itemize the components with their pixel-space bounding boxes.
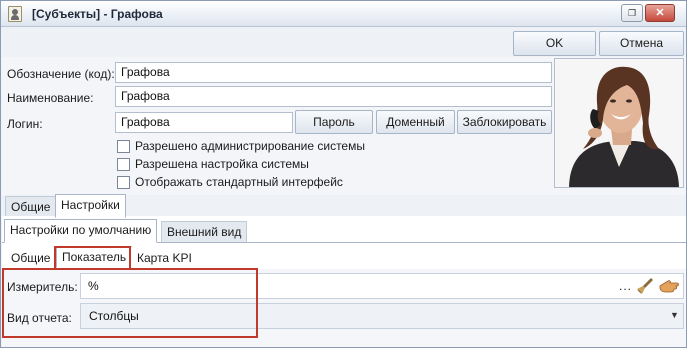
config-checkbox-label: Разрешена настройка системы [135, 157, 309, 171]
login-field[interactable]: Графова [115, 112, 293, 133]
close-icon: ✕ [655, 7, 665, 19]
browse-ellipsis[interactable]: ... [619, 279, 632, 293]
cancel-button[interactable]: Отмена [599, 31, 684, 56]
meter-field[interactable]: % [80, 273, 684, 299]
title-bar: [Субъекты] - Графова ❐ ✕ [1, 1, 686, 27]
admin-checkbox-label: Разрешено администрирование системы [135, 139, 365, 153]
standard-ui-checkbox-row[interactable]: Отображать стандартный интерфейс [117, 175, 397, 191]
code-label: Обозначение (код): [7, 67, 115, 81]
tab-indicator[interactable]: Показатель [56, 246, 133, 268]
admin-checkbox-row[interactable]: Разрешено администрирование системы [117, 139, 397, 155]
tab-general[interactable]: Общие [5, 196, 57, 218]
meter-label: Измеритель: [7, 280, 78, 294]
ok-button[interactable]: OK [513, 31, 596, 56]
name-label: Наименование: [7, 91, 94, 105]
password-button[interactable]: Пароль [295, 110, 373, 134]
subject-window: [Субъекты] - Графова ❐ ✕ OK Отмена Обозн… [0, 0, 687, 348]
meter-value: % [88, 279, 99, 293]
tab-defaults-general[interactable]: Общие [5, 247, 57, 269]
tab-settings[interactable]: Настройки [55, 194, 126, 218]
admin-checkbox[interactable] [117, 140, 130, 153]
standard-ui-checkbox[interactable] [117, 176, 130, 189]
restore-icon: ❐ [627, 8, 637, 18]
domain-button[interactable]: Доменный [376, 110, 455, 134]
standard-ui-checkbox-label: Отображать стандартный интерфейс [135, 175, 343, 189]
code-field[interactable]: Графова [115, 62, 552, 83]
block-button[interactable]: Заблокировать [457, 110, 552, 134]
chevron-down-icon[interactable]: ▼ [670, 310, 679, 320]
tab-kpi-map[interactable]: Карта KPI [131, 247, 198, 269]
report-type-select[interactable]: Столбцы [80, 303, 684, 329]
window-title: [Субъекты] - Графова [32, 7, 163, 21]
broom-icon[interactable] [636, 277, 656, 295]
close-button[interactable]: ✕ [645, 4, 675, 22]
user-photo[interactable] [554, 58, 684, 188]
config-checkbox-row[interactable]: Разрешена настройка системы [117, 157, 397, 173]
restore-button[interactable]: ❐ [621, 4, 643, 22]
login-label: Логин: [7, 117, 43, 131]
user-card-icon [8, 6, 22, 22]
config-checkbox[interactable] [117, 158, 130, 171]
portrait-image [555, 59, 683, 187]
tab-default-settings[interactable]: Настройки по умолчанию [4, 219, 158, 243]
tab-appearance[interactable]: Внешний вид [161, 221, 248, 243]
report-type-label: Вид отчета: [7, 311, 72, 325]
report-type-value: Столбцы [89, 309, 139, 323]
hand-pointer-icon[interactable] [658, 277, 680, 295]
name-field[interactable]: Графова [115, 86, 552, 107]
